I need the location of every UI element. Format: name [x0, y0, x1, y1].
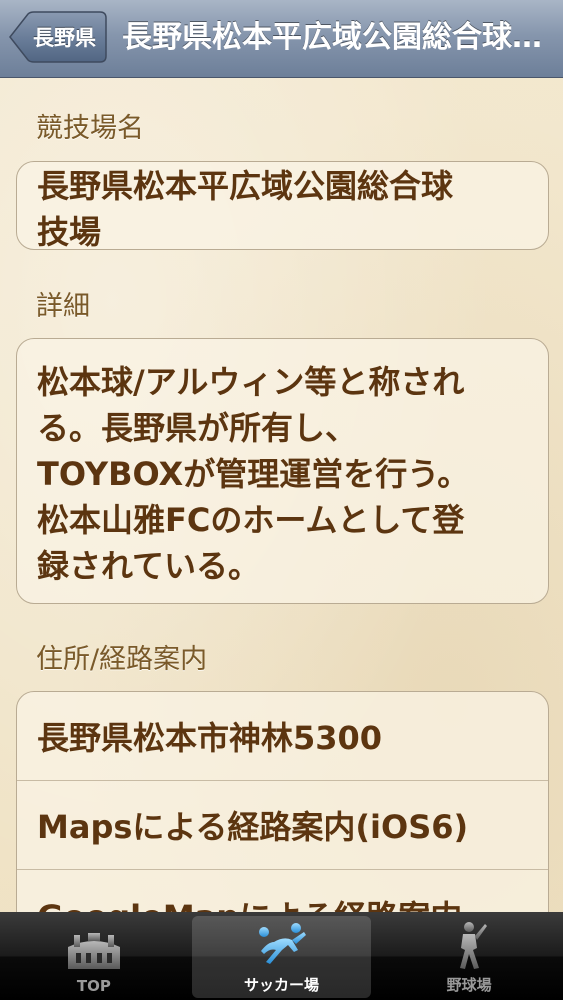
maps-route-text: Mapsによる経路案内(iOS6): [37, 808, 469, 846]
details-line: TOYBOXが管理運営を行う。: [37, 455, 470, 493]
details-label: 詳細: [36, 291, 90, 322]
details-card: 松本球/アルウィン等と称され る。長野県が所有し、 TOYBOXが管理運営を行う…: [16, 338, 549, 604]
tab-bar: TOP サッカー場 野球場: [0, 912, 563, 1000]
back-button[interactable]: 長野県: [8, 11, 107, 63]
address-label: 住所/経路案内: [36, 644, 208, 675]
details-line: 松本球/アルウィン等と称され: [37, 363, 465, 401]
tab-soccer-label: サッカー場: [244, 976, 320, 994]
maps-route-row[interactable]: Mapsによる経路案内(iOS6): [17, 781, 548, 870]
venue-name-line: 技場: [37, 213, 102, 250]
address-text: 長野県松本市神林5300: [37, 719, 383, 757]
back-button-label: 長野県: [33, 26, 96, 50]
details-line: る。長野県が所有し、: [37, 409, 358, 447]
stadium-icon: [67, 933, 120, 969]
page-title: 長野県松本平広域公園総合球技場: [122, 20, 552, 55]
details-line: 松本山雅FCのホームとして登: [37, 501, 465, 539]
soccer-player-icon: [258, 923, 306, 964]
tab-top-label: TOP: [76, 977, 111, 995]
baseball-player-icon: [460, 922, 488, 969]
navigation-bar: 長野県 長野県松本平広域公園総合球技場: [0, 0, 563, 78]
tab-baseball[interactable]: 野球場: [375, 912, 563, 1000]
venue-name-card: 長野県松本平広域公園総合球 技場: [16, 161, 549, 250]
tab-soccer[interactable]: サッカー場: [188, 912, 376, 1000]
venue-name-line: 長野県松本平広域公園総合球: [37, 167, 454, 205]
tab-top[interactable]: TOP: [0, 912, 188, 1000]
venue-name-label: 競技場名: [36, 113, 144, 144]
details-line: 録されている。: [37, 547, 261, 585]
address-row[interactable]: 長野県松本市神林5300: [17, 692, 548, 781]
tab-baseball-label: 野球場: [446, 976, 492, 994]
